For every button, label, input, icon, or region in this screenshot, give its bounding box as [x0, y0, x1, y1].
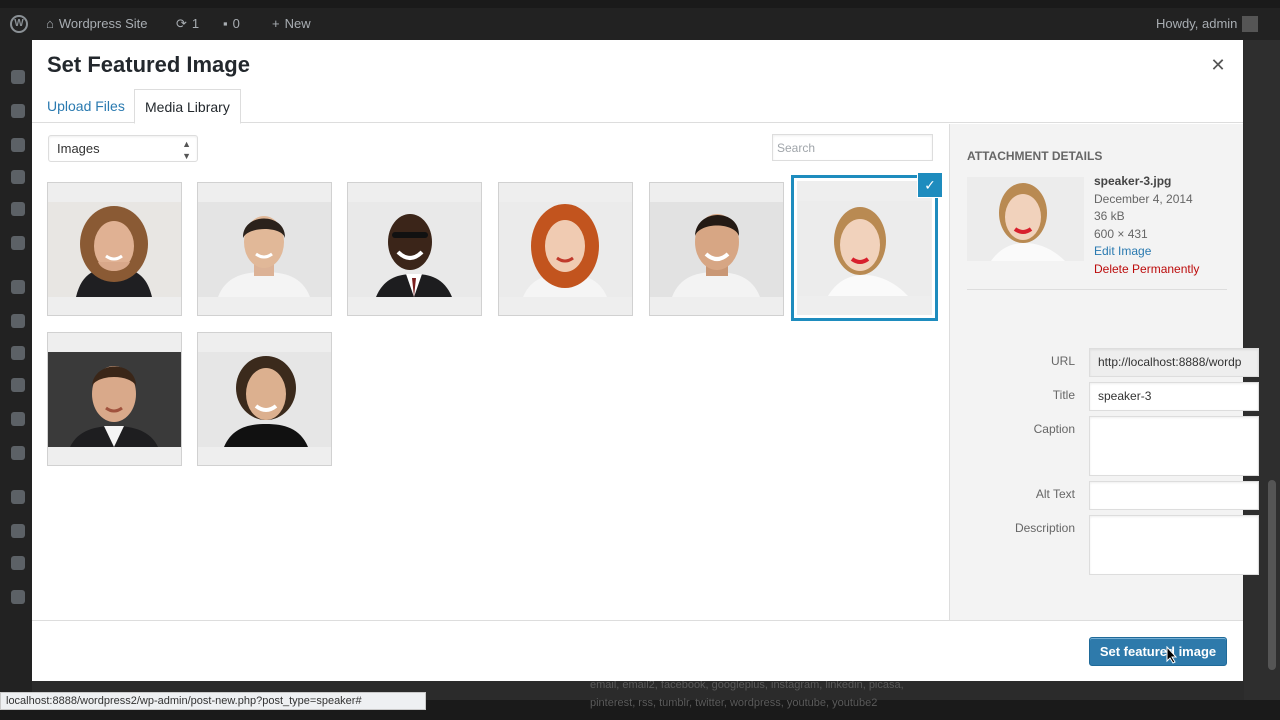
portrait-image	[48, 202, 181, 297]
admin-bar-site[interactable]: ⌂ Wordpress Site	[46, 8, 148, 40]
new-label: New	[284, 16, 311, 31]
admin-bar: W ⌂ Wordpress Site ⟳ 1 ▪ 0 + New Howdy, …	[0, 8, 1280, 40]
home-icon: ⌂	[46, 16, 54, 31]
filter-selected-value: Images	[57, 141, 100, 156]
plugins-icon[interactable]	[11, 314, 25, 328]
set-featured-image-button[interactable]: Set featured image	[1089, 637, 1227, 666]
attachment-thumbnail[interactable]	[347, 182, 482, 316]
site-name: Wordpress Site	[58, 16, 148, 31]
wordpress-logo-icon[interactable]: W	[10, 8, 28, 40]
updates-icon: ⟳	[176, 16, 187, 31]
caption-field[interactable]	[1089, 416, 1259, 476]
attachment-dimensions: 600 × 431	[1094, 226, 1148, 241]
layout-icon[interactable]	[11, 412, 25, 426]
greeting: Howdy, admin	[1156, 16, 1238, 31]
gear-icon[interactable]	[11, 490, 25, 504]
attachment-info: speaker-3.jpg December 4, 2014 36 kB 600…	[1094, 173, 1199, 278]
portrait-image	[798, 201, 931, 296]
title-label: Title	[1052, 388, 1075, 402]
edit-image-link[interactable]: Edit Image	[1094, 243, 1199, 261]
attachment-thumbnail[interactable]	[47, 182, 182, 316]
admin-bar-updates[interactable]: ⟳ 1	[176, 8, 199, 40]
portrait-image	[198, 202, 331, 297]
background-tags-line: pinterest, rss, tumblr, twitter, wordpre…	[590, 697, 878, 709]
portrait-image	[499, 202, 632, 297]
plugin-m-icon[interactable]	[11, 524, 25, 538]
portrait-image	[967, 177, 1084, 261]
avatar	[1242, 16, 1259, 32]
caption-label: Caption	[1033, 422, 1075, 436]
media-modal: Set Featured Image ✕ Upload Files Media …	[32, 40, 1259, 681]
close-icon[interactable]: ✕	[1207, 54, 1229, 76]
gear-icon[interactable]	[11, 446, 25, 460]
pages-icon[interactable]	[11, 170, 25, 184]
attachment-thumbnail[interactable]	[47, 332, 182, 466]
media-type-filter[interactable]: Images ▲ ▼	[48, 135, 198, 162]
alt-text-label: Alt Text	[1035, 487, 1075, 501]
url-field[interactable]: http://localhost:8888/wordp	[1089, 348, 1259, 377]
attachment-filesize: 36 kB	[1094, 209, 1125, 223]
portrait-image	[48, 352, 181, 447]
attachment-thumbnail[interactable]	[498, 182, 633, 316]
portrait-image	[348, 202, 481, 297]
users-icon[interactable]	[11, 346, 25, 360]
admin-bar-new[interactable]: + New	[272, 8, 311, 40]
attachment-thumbnail[interactable]	[197, 182, 332, 316]
select-arrows-icon: ▲ ▼	[182, 139, 191, 161]
comments-count: 0	[232, 16, 240, 31]
comment-icon: ▪	[223, 16, 228, 31]
description-label: Description	[1014, 521, 1075, 535]
gear-icon[interactable]	[11, 556, 25, 570]
portrait-image	[650, 202, 783, 297]
modal-footer: Set featured image	[32, 620, 1243, 681]
attachment-thumbnail-selected[interactable]	[797, 181, 932, 315]
alt-text-field[interactable]	[1089, 481, 1259, 510]
selected-check-icon[interactable]: ✓	[918, 173, 942, 197]
collapse-icon[interactable]	[11, 590, 25, 604]
media-icon[interactable]	[11, 138, 25, 152]
attachment-thumbnail[interactable]	[197, 332, 332, 466]
tools-icon[interactable]	[11, 378, 25, 392]
browser-status-url: localhost:8888/wordpress2/wp-admin/post-…	[0, 692, 426, 710]
url-label: URL	[1050, 354, 1075, 368]
attachment-date: December 4, 2014	[1094, 191, 1193, 206]
plus-icon: +	[272, 16, 280, 31]
settings-icon[interactable]	[11, 236, 25, 250]
admin-bar-account[interactable]: Howdy, admin	[1156, 8, 1259, 40]
tab-media-library[interactable]: Media Library	[134, 89, 241, 124]
modal-title: Set Featured Image	[47, 52, 250, 77]
scrollbar-thumb[interactable]	[1268, 480, 1276, 670]
comments-icon[interactable]	[11, 202, 25, 216]
pin-icon[interactable]	[11, 70, 25, 84]
appearance-icon[interactable]	[11, 280, 25, 294]
delete-permanently-link[interactable]: Delete Permanently	[1094, 261, 1199, 279]
updates-count: 1	[191, 16, 200, 31]
portrait-image	[198, 352, 331, 447]
title-field[interactable]: speaker-3	[1089, 382, 1259, 411]
admin-bar-comments[interactable]: ▪ 0	[223, 8, 240, 40]
mouse-pointer-icon	[1166, 646, 1178, 664]
pin-icon[interactable]	[11, 104, 25, 118]
attachment-details-sidebar: Attachment Details speaker-3.jpg Decembe…	[949, 124, 1259, 620]
media-router-tabs: Upload Files Media Library	[32, 89, 1243, 124]
attachment-thumbnail[interactable]	[649, 182, 784, 316]
description-field[interactable]	[1089, 515, 1259, 575]
search-input[interactable]	[772, 134, 933, 161]
attachment-filename: speaker-3.jpg	[1094, 174, 1172, 188]
admin-side-menu	[0, 40, 32, 700]
attachment-details-heading: Attachment Details	[967, 149, 1103, 163]
divider	[967, 289, 1227, 290]
tab-upload-files[interactable]: Upload Files	[37, 89, 135, 123]
attachment-preview	[967, 177, 1084, 261]
